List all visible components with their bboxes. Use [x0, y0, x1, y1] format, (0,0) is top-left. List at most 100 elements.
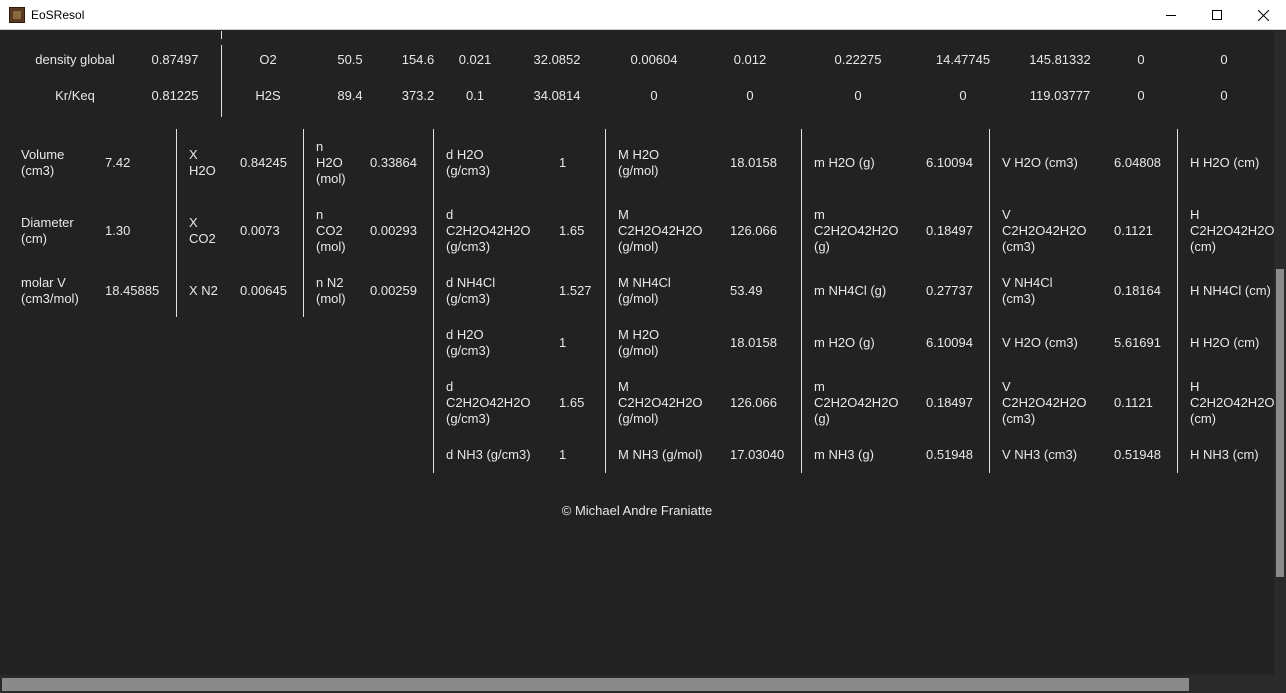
mole-fraction-value: 0.84245: [240, 155, 287, 170]
top-row-1-cell: density global: [35, 52, 115, 67]
vertical-scrollbar[interactable]: [1274, 31, 1286, 675]
mass-value: 0.18497: [926, 223, 973, 238]
top-row-1-cell: 0.012: [733, 52, 767, 67]
molar-mass-label: M C2H2O42H2O (g/mol): [618, 379, 703, 426]
top-row-2-cell: 0: [746, 88, 754, 103]
mole-fraction-value: 0.00645: [240, 283, 287, 298]
property-label: Diameter (cm): [21, 215, 74, 246]
mass-value: 0.18497: [926, 395, 973, 410]
top-row-1-cell: 0.00604: [630, 52, 678, 67]
mole-fraction-label: X H2O: [189, 147, 216, 178]
density-label: d NH4Cl (g/cm3): [446, 275, 496, 306]
molar-mass-value: 126.066: [730, 395, 777, 410]
column-separator: [989, 129, 990, 473]
top-row-2-cell: 0: [959, 88, 967, 103]
moles-value: 0.33864: [370, 155, 417, 170]
density-value: 1.65: [559, 395, 585, 410]
title-bar: EoSResol: [0, 0, 1286, 30]
molar-mass-value: 17.03040: [730, 447, 785, 462]
column-separator: [303, 129, 304, 317]
volume-value: 0.51948: [1114, 447, 1161, 462]
top-row-2-cell: 119.03777: [1029, 88, 1091, 103]
density-label: d C2H2O42H2O (g/cm3): [446, 379, 531, 426]
molar-mass-label: M NH4Cl (g/mol): [618, 275, 671, 306]
top-row-2-cell: 89.4: [337, 88, 363, 103]
close-button[interactable]: [1240, 0, 1286, 30]
maximize-icon: [1212, 10, 1222, 20]
moles-label: n N2 (mol): [316, 275, 346, 306]
volume-label: V H2O (cm3): [1002, 335, 1078, 350]
volume-value: 0.1121: [1114, 223, 1153, 238]
top-row-2-cell: 0: [1137, 88, 1145, 103]
molar-mass-value: 18.0158: [730, 155, 777, 170]
top-row-1-cell: 0: [1220, 52, 1228, 67]
top-row-2-cell: H2S: [255, 88, 281, 103]
column-separator: [1177, 129, 1178, 473]
height-label: H H2O (cm): [1190, 155, 1260, 170]
volume-label: V NH3 (cm3): [1002, 447, 1078, 462]
vertical-scroll-thumb[interactable]: [1276, 269, 1284, 577]
top-row-2-cell: 0: [650, 88, 658, 103]
top-row-2-cell: Kr/Keq: [55, 88, 95, 103]
top-row-2-cell: 0.81225: [151, 88, 199, 103]
horizontal-scrollbar[interactable]: [0, 675, 1286, 693]
moles-label: n H2O (mol): [316, 139, 346, 186]
density-value: 1.65: [559, 223, 585, 238]
column-separator: [176, 129, 177, 317]
volume-label: V C2H2O42H2O (cm3): [1002, 379, 1087, 426]
minimize-button[interactable]: [1148, 0, 1194, 30]
density-label: d NH3 (g/cm3): [446, 447, 531, 462]
mass-label: m NH3 (g): [814, 447, 874, 462]
molar-mass-value: 126.066: [730, 223, 777, 238]
volume-value: 6.04808: [1114, 155, 1161, 170]
property-value: 1.30: [105, 223, 131, 238]
top-row-1-cell: 0.22275: [834, 52, 882, 67]
top-row-2-cell: 0: [854, 88, 862, 103]
moles-value: 0.00293: [370, 223, 417, 238]
moles-value: 0.00259: [370, 283, 417, 298]
volume-value: 0.18164: [1114, 283, 1161, 298]
volume-value: 0.1121: [1114, 395, 1153, 410]
mass-value: 6.10094: [926, 155, 973, 170]
mass-label: m NH4Cl (g): [814, 283, 887, 298]
mole-fraction-value: 0.0073: [240, 223, 280, 238]
top-row-1-cell: 0.021: [458, 52, 492, 67]
mass-value: 0.51948: [926, 447, 973, 462]
top-row-1-cell: 145.81332: [1029, 52, 1091, 67]
density-label: d H2O (g/cm3): [446, 327, 491, 358]
top-row-2-cell: 34.0814: [533, 88, 581, 103]
volume-label: V H2O (cm3): [1002, 155, 1078, 170]
top-row-1-cell: O2: [259, 52, 277, 67]
column-separator: [433, 129, 434, 473]
height-label: H NH4Cl (cm): [1190, 283, 1271, 298]
density-value: 1: [559, 335, 567, 350]
top-row-1-cell: 50.5: [337, 52, 363, 67]
top-row-1-cell: 14.47745: [935, 52, 991, 67]
height-label: H H2O (cm): [1190, 335, 1260, 350]
top-row-1-cell: 32.0852: [533, 52, 581, 67]
height-label: H NH3 (cm): [1190, 447, 1259, 462]
volume-label: V C2H2O42H2O (cm3): [1002, 207, 1087, 254]
property-value: 18.45885: [105, 283, 160, 298]
mass-label: m C2H2O42H2O (g): [814, 379, 899, 426]
mole-fraction-label: X CO2: [189, 215, 216, 246]
results-panel: © Michael Andre Franiatte density global…: [0, 31, 1274, 675]
column-separator: [221, 45, 222, 117]
mass-label: m C2H2O42H2O (g): [814, 207, 899, 254]
top-row-1-cell: 0.87497: [151, 52, 199, 67]
copyright: © Michael Andre Franiatte: [561, 503, 713, 518]
molar-mass-label: M C2H2O42H2O (g/mol): [618, 207, 703, 254]
mass-value: 6.10094: [926, 335, 973, 350]
property-label: molar V (cm3/mol): [21, 275, 79, 306]
minimize-icon: [1166, 15, 1176, 16]
molar-mass-value: 53.49: [730, 283, 763, 298]
top-row-2-cell: 0: [1220, 88, 1228, 103]
top-row-1-cell: 0: [1137, 52, 1145, 67]
column-separator: [605, 129, 606, 473]
property-label: Volume (cm3): [21, 147, 65, 178]
density-value: 1: [559, 447, 567, 462]
density-label: d H2O (g/cm3): [446, 147, 491, 178]
property-value: 7.42: [105, 155, 131, 170]
horizontal-scroll-thumb[interactable]: [2, 678, 1189, 691]
maximize-button[interactable]: [1194, 0, 1240, 30]
